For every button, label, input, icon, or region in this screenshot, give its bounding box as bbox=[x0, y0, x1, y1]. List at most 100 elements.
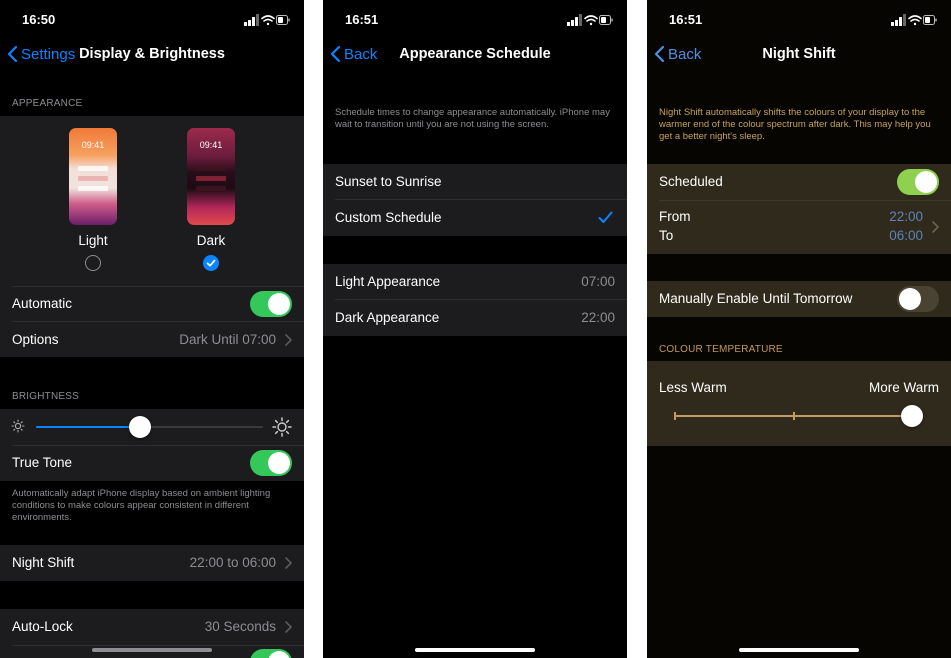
option-label: Sunset to Sunrise bbox=[335, 174, 442, 189]
checkmark-icon bbox=[598, 211, 613, 223]
home-indicator[interactable] bbox=[92, 648, 212, 652]
auto-lock-row[interactable]: Auto-Lock 30 Seconds bbox=[0, 609, 304, 645]
page-title: Appearance Schedule bbox=[399, 46, 551, 62]
manual-group: Manually Enable Until Tomorrow bbox=[647, 281, 951, 317]
section-header-appearance: APPEARANCE bbox=[12, 98, 83, 109]
chevron-right-icon bbox=[932, 221, 939, 233]
status-time: 16:51 bbox=[345, 12, 379, 27]
light-radio[interactable] bbox=[85, 255, 101, 271]
nav-bar: Back Appearance Schedule bbox=[323, 38, 627, 72]
chevron-right-icon bbox=[285, 334, 292, 346]
slider-tick bbox=[674, 412, 676, 420]
schedule-group: Scheduled From To 22:00 06:00 bbox=[647, 164, 951, 254]
status-time: 16:50 bbox=[22, 12, 56, 27]
more-warm-label: More Warm bbox=[869, 380, 939, 395]
scheduled-label: Scheduled bbox=[659, 174, 723, 189]
from-label: From bbox=[659, 209, 691, 224]
temperature-group: Less Warm More Warm bbox=[647, 361, 951, 446]
appearance-option-light[interactable]: 09:41 Light bbox=[63, 128, 123, 271]
section-header-brightness: BRIGHTNESS bbox=[12, 391, 80, 402]
status-icons bbox=[244, 13, 290, 31]
sun-small-icon bbox=[11, 419, 25, 433]
manual-enable-label: Manually Enable Until Tomorrow bbox=[659, 291, 853, 306]
brightness-group: True Tone bbox=[0, 409, 304, 481]
night-shift-label: Night Shift bbox=[12, 555, 75, 570]
brightness-slider-knob[interactable] bbox=[129, 416, 152, 438]
dark-preview-time: 09:41 bbox=[199, 140, 223, 150]
wifi-icon bbox=[261, 15, 275, 26]
schedule-options-group: Sunset to Sunrise Custom Schedule bbox=[323, 164, 627, 236]
night-shift-row[interactable]: Night Shift 22:00 to 06:00 bbox=[0, 545, 304, 581]
true-tone-toggle[interactable] bbox=[250, 450, 292, 476]
brightness-slider[interactable] bbox=[36, 416, 263, 438]
light-appearance-value: 07:00 bbox=[581, 274, 615, 289]
night-shift-screen: 16:51 Back Night Shift Night Shift autom… bbox=[647, 0, 951, 658]
status-bar: 16:51 bbox=[323, 0, 627, 38]
appearance-schedule-screen: 16:51 Back Appearance Schedule Schedule … bbox=[323, 0, 627, 658]
dark-radio[interactable] bbox=[203, 255, 219, 271]
automatic-toggle[interactable] bbox=[250, 291, 292, 317]
chevron-right-icon bbox=[285, 621, 292, 633]
light-appearance-label: Light Appearance bbox=[335, 274, 441, 289]
signal-icon bbox=[567, 14, 582, 26]
light-preview-time: 09:41 bbox=[81, 140, 105, 150]
light-preview: 09:41 bbox=[69, 128, 117, 225]
wifi-icon bbox=[584, 15, 598, 26]
night-shift-description: Night Shift automatically shifts the col… bbox=[659, 107, 931, 142]
slider-tick bbox=[793, 412, 795, 420]
from-to-row[interactable]: From To 22:00 06:00 bbox=[647, 201, 951, 254]
options-label: Options bbox=[12, 332, 59, 347]
to-value: 06:00 bbox=[889, 228, 923, 243]
dark-appearance-label: Dark Appearance bbox=[335, 310, 440, 325]
display-brightness-screen: 16:50 Settings Display & Brightness APPE… bbox=[0, 0, 304, 658]
appearance-times-group: Light Appearance 07:00 Dark Appearance 2… bbox=[323, 264, 627, 336]
option-sunset-to-sunrise[interactable]: Sunset to Sunrise bbox=[323, 164, 627, 200]
from-value: 22:00 bbox=[889, 209, 923, 224]
page-title: Display & Brightness bbox=[79, 46, 225, 62]
true-tone-footer: Automatically adapt iPhone display based… bbox=[12, 488, 271, 523]
options-row[interactable]: Options Dark Until 07:00 bbox=[0, 322, 304, 358]
section-header-colour-temperature: COLOUR TEMPERATURE bbox=[659, 344, 783, 355]
option-custom-schedule[interactable]: Custom Schedule bbox=[323, 200, 627, 236]
schedule-description: Schedule times to change appearance auto… bbox=[335, 107, 610, 130]
status-icons bbox=[891, 13, 937, 31]
status-icons bbox=[567, 13, 613, 31]
appearance-option-dark[interactable]: 09:41 Dark bbox=[181, 128, 241, 271]
colour-temperature-slider[interactable] bbox=[674, 405, 923, 427]
battery-icon bbox=[276, 15, 290, 25]
colour-temperature-slider-knob[interactable] bbox=[901, 405, 923, 427]
nav-bar: Settings Display & Brightness bbox=[0, 38, 304, 72]
nav-bar: Back Night Shift bbox=[647, 38, 951, 72]
options-value: Dark Until 07:00 bbox=[179, 332, 276, 347]
signal-icon bbox=[244, 14, 259, 26]
night-shift-value: 22:00 to 06:00 bbox=[189, 555, 276, 570]
partial-toggle[interactable] bbox=[250, 649, 292, 658]
true-tone-row: True Tone bbox=[0, 445, 304, 481]
status-bar: 16:51 bbox=[647, 0, 951, 38]
manual-enable-toggle[interactable] bbox=[897, 286, 939, 312]
light-label: Light bbox=[78, 233, 108, 248]
appearance-group: 09:41 Light 09:41 Dark Automatic Options… bbox=[0, 116, 304, 357]
auto-lock-value: 30 Seconds bbox=[204, 619, 276, 634]
dark-appearance-row[interactable]: Dark Appearance 22:00 bbox=[323, 300, 627, 336]
true-tone-label: True Tone bbox=[12, 455, 73, 470]
scheduled-toggle[interactable] bbox=[897, 169, 939, 195]
automatic-label: Automatic bbox=[12, 296, 73, 311]
wifi-icon bbox=[908, 15, 922, 26]
status-bar: 16:50 bbox=[0, 0, 304, 38]
dark-appearance-value: 22:00 bbox=[581, 310, 615, 325]
battery-icon bbox=[923, 15, 937, 25]
light-appearance-row[interactable]: Light Appearance 07:00 bbox=[323, 264, 627, 300]
automatic-row: Automatic bbox=[0, 286, 304, 322]
less-warm-label: Less Warm bbox=[659, 380, 727, 395]
home-indicator[interactable] bbox=[415, 648, 535, 652]
dark-label: Dark bbox=[196, 233, 226, 248]
checkmark-icon bbox=[206, 259, 216, 267]
chevron-right-icon bbox=[285, 557, 292, 569]
battery-icon bbox=[599, 15, 613, 25]
home-indicator[interactable] bbox=[739, 648, 859, 652]
option-label: Custom Schedule bbox=[335, 210, 442, 225]
status-time: 16:51 bbox=[669, 12, 703, 27]
dark-preview: 09:41 bbox=[187, 128, 235, 225]
sun-large-icon bbox=[272, 417, 292, 437]
